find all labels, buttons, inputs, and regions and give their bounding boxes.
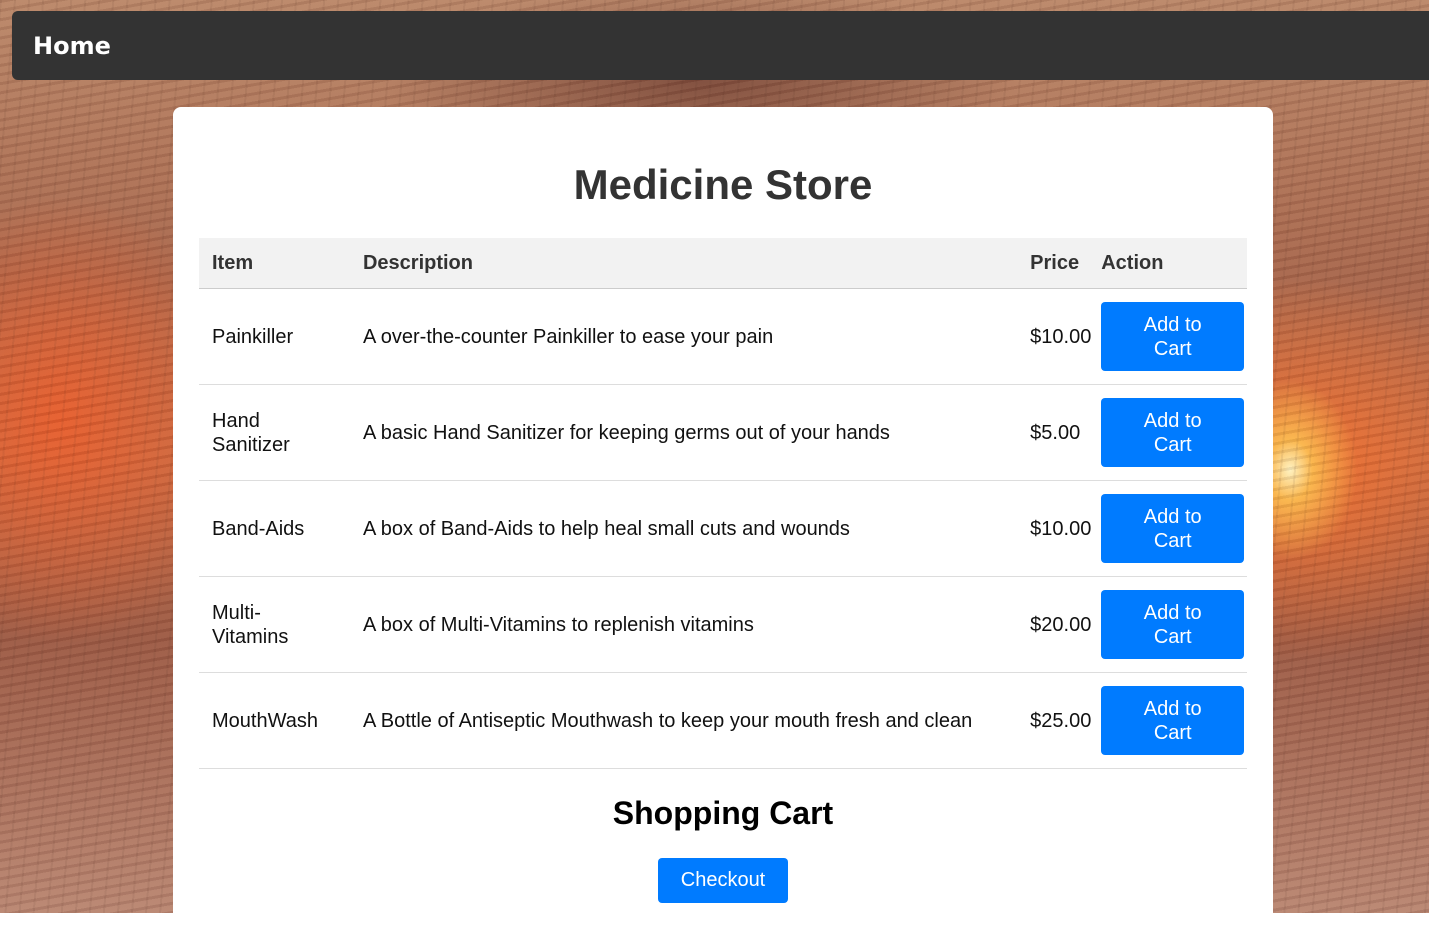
- action-cell: Add to Cart: [1088, 384, 1247, 481]
- item-description: A box of Multi-Vitamins to replenish vit…: [349, 576, 1018, 673]
- add-to-cart-button[interactable]: Add to Cart: [1101, 686, 1245, 755]
- table-header-row: Item Description Price Action: [199, 238, 1247, 289]
- item-description: A basic Hand Sanitizer for keeping germs…: [349, 384, 1018, 481]
- item-description: A over-the-counter Painkiller to ease yo…: [349, 288, 1018, 385]
- add-to-cart-button[interactable]: Add to Cart: [1101, 494, 1245, 563]
- action-cell: Add to Cart: [1088, 480, 1247, 577]
- action-cell: Add to Cart: [1088, 288, 1247, 385]
- header-description: Description: [349, 238, 1018, 289]
- item-name: Multi-Vitamins: [199, 576, 350, 673]
- add-to-cart-button[interactable]: Add to Cart: [1101, 302, 1245, 371]
- store-container: Medicine Store Item Description Price Ac…: [173, 107, 1273, 937]
- table-row: Painkiller A over-the-counter Painkiller…: [199, 288, 1247, 385]
- item-name: Hand Sanitizer: [199, 384, 350, 481]
- products-table: Item Description Price Action Painkiller…: [199, 238, 1247, 769]
- table-row: Hand Sanitizer A basic Hand Sanitizer fo…: [199, 384, 1247, 481]
- item-name: Painkiller: [199, 288, 350, 385]
- item-price: $20.00: [1017, 576, 1091, 673]
- checkout-button[interactable]: Checkout: [658, 858, 788, 903]
- table-row: Multi-Vitamins A box of Multi-Vitamins t…: [199, 576, 1247, 673]
- add-to-cart-button[interactable]: Add to Cart: [1101, 590, 1245, 659]
- header-price: Price: [1017, 238, 1089, 289]
- item-name: Band-Aids: [199, 480, 350, 577]
- item-price: $10.00: [1017, 288, 1091, 385]
- action-cell: Add to Cart: [1088, 672, 1247, 769]
- header-action: Action: [1088, 238, 1247, 289]
- top-navbar: Home: [12, 11, 1429, 80]
- item-description: A box of Band-Aids to help heal small cu…: [349, 480, 1018, 577]
- item-name: MouthWash: [199, 672, 350, 769]
- table-row: Band-Aids A box of Band-Aids to help hea…: [199, 480, 1247, 577]
- add-to-cart-button[interactable]: Add to Cart: [1101, 398, 1245, 467]
- item-price: $25.00: [1017, 672, 1091, 769]
- header-item: Item: [199, 238, 350, 289]
- table-row: MouthWash A Bottle of Antiseptic Mouthwa…: [199, 672, 1247, 769]
- item-price: $10.00: [1017, 480, 1091, 577]
- item-description: A Bottle of Antiseptic Mouthwash to keep…: [349, 672, 1018, 769]
- home-link[interactable]: Home: [33, 32, 111, 60]
- item-price: $5.00: [1017, 384, 1089, 481]
- shopping-cart-heading: Shopping Cart: [612, 795, 834, 831]
- page-title: Medicine Store: [573, 161, 873, 208]
- action-cell: Add to Cart: [1088, 576, 1247, 673]
